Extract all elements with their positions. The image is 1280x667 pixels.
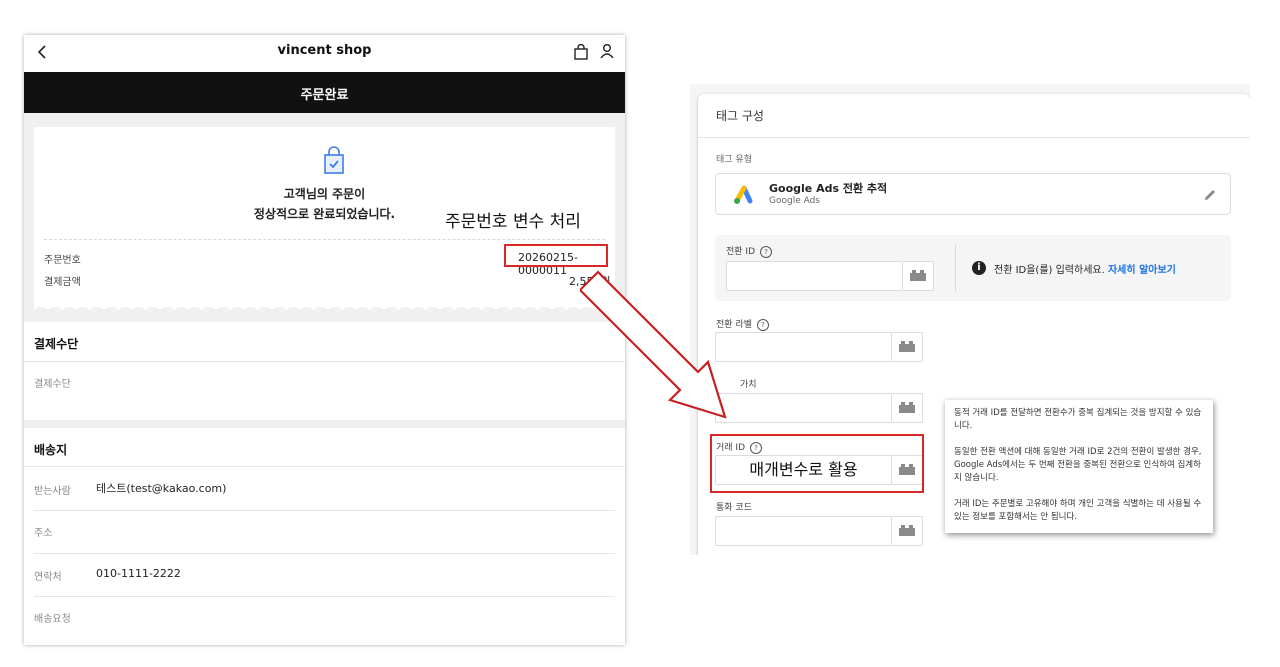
variable-picker-icon[interactable] [892, 332, 923, 362]
pencil-edit-icon[interactable] [1202, 187, 1218, 203]
payment-amount-label: 결제금액 [44, 277, 81, 288]
help-circle-icon[interactable]: ? [756, 318, 769, 331]
row-divider [34, 596, 615, 597]
tooltip-paragraph: 동적 거래 ID를 전달하면 전환수가 중복 집계되는 것을 방지할 수 있습니… [954, 408, 1202, 431]
transaction-id-highlight-box [710, 434, 924, 493]
conversion-id-info: 전환 ID을(를) 입력하세요. 자세히 알아보기 [994, 261, 1176, 276]
row-divider [34, 553, 615, 554]
conversion-id-input[interactable] [726, 261, 903, 291]
currency-code-label: 통화 코드 [716, 503, 752, 513]
receipt-divider [44, 239, 605, 240]
red-arrow-icon [580, 270, 727, 419]
section-divider [24, 361, 625, 362]
variable-picker-icon[interactable] [892, 516, 923, 546]
shopping-bag-check-icon [324, 146, 344, 174]
shop-title[interactable]: vincent shop [24, 43, 625, 58]
transaction-id-tooltip: 동적 거래 ID를 전달하면 전환수가 중복 집계되는 것을 방지할 수 있습니… [945, 400, 1213, 533]
conversion-id-panel: 전환 ID? i 전환 ID을(를) 입력하세요. 자세히 알아보기 [715, 235, 1231, 301]
receiver-label: 받는사람 [34, 486, 71, 497]
conversion-id-label-text: 전환 ID [726, 247, 756, 257]
phone-value: 010-1111-2222 [96, 567, 181, 580]
section-divider [24, 466, 625, 467]
receiver-value: 테스트(test@kakao.com) [96, 482, 227, 495]
conversion-id-label: 전환 ID? [726, 244, 773, 258]
payment-section: 결제수단 결제수단 [24, 322, 625, 420]
phone-label: 연락처 [34, 572, 62, 583]
info-message: 전환 ID을(를) 입력하세요. [994, 265, 1105, 276]
order-variable-annotation: 주문번호 변수 처리 [445, 212, 581, 232]
address-label: 주소 [34, 528, 53, 539]
variable-picker-icon[interactable] [903, 261, 934, 291]
google-ads-logo-icon [734, 185, 753, 204]
currency-code-input[interactable] [715, 516, 892, 546]
tooltip-paragraph: 동일한 전환 액션에 대해 동일한 거래 ID로 2건의 전환이 발생한 경우,… [954, 447, 1202, 483]
shipping-section-title: 배송지 [34, 443, 68, 457]
user-icon[interactable] [599, 43, 615, 59]
tag-type-name: Google Ads 전환 추적 [769, 182, 888, 195]
tag-type-subtitle: Google Ads [769, 196, 820, 206]
tag-config-title: 태그 구성 [716, 109, 764, 123]
shop-header: vincent shop [24, 35, 625, 72]
shipping-section: 배송지 받는사람 테스트(test@kakao.com) 주소 연락처 010-… [24, 428, 625, 645]
learn-more-link[interactable]: 자세히 알아보기 [1108, 265, 1176, 276]
tag-type-label: 태그 유형 [716, 155, 752, 165]
shopping-bag-icon[interactable] [573, 44, 589, 60]
receipt-zigzag-edge [34, 299, 615, 310]
tooltip-paragraph: 거래 ID는 주문별로 고유해야 하며 개인 고객을 식별하는 데 사용될 수 … [954, 499, 1202, 522]
order-complete-bar: 주문완료 [24, 72, 625, 113]
variable-picker-icon[interactable] [892, 393, 923, 423]
payment-method-label: 결제수단 [34, 379, 71, 390]
delivery-request-label: 배송요청 [34, 614, 71, 625]
title-divider [698, 137, 1250, 138]
shop-order-complete-screen: vincent shop 주문완료 고객님의 주문이 정상적으로 완료되었습니다… [24, 35, 625, 645]
help-circle-icon[interactable]: ? [760, 245, 773, 258]
order-number-label: 주문번호 [44, 255, 81, 266]
info-divider [955, 244, 956, 292]
info-icon: i [972, 261, 986, 275]
tag-type-selector[interactable]: Google Ads 전환 추적 Google Ads [715, 173, 1231, 215]
row-divider [34, 510, 615, 511]
order-message-line1: 고객님의 주문이 [283, 187, 366, 201]
payment-section-title: 결제수단 [34, 337, 79, 351]
order-complete-title: 주문완료 [300, 88, 349, 103]
